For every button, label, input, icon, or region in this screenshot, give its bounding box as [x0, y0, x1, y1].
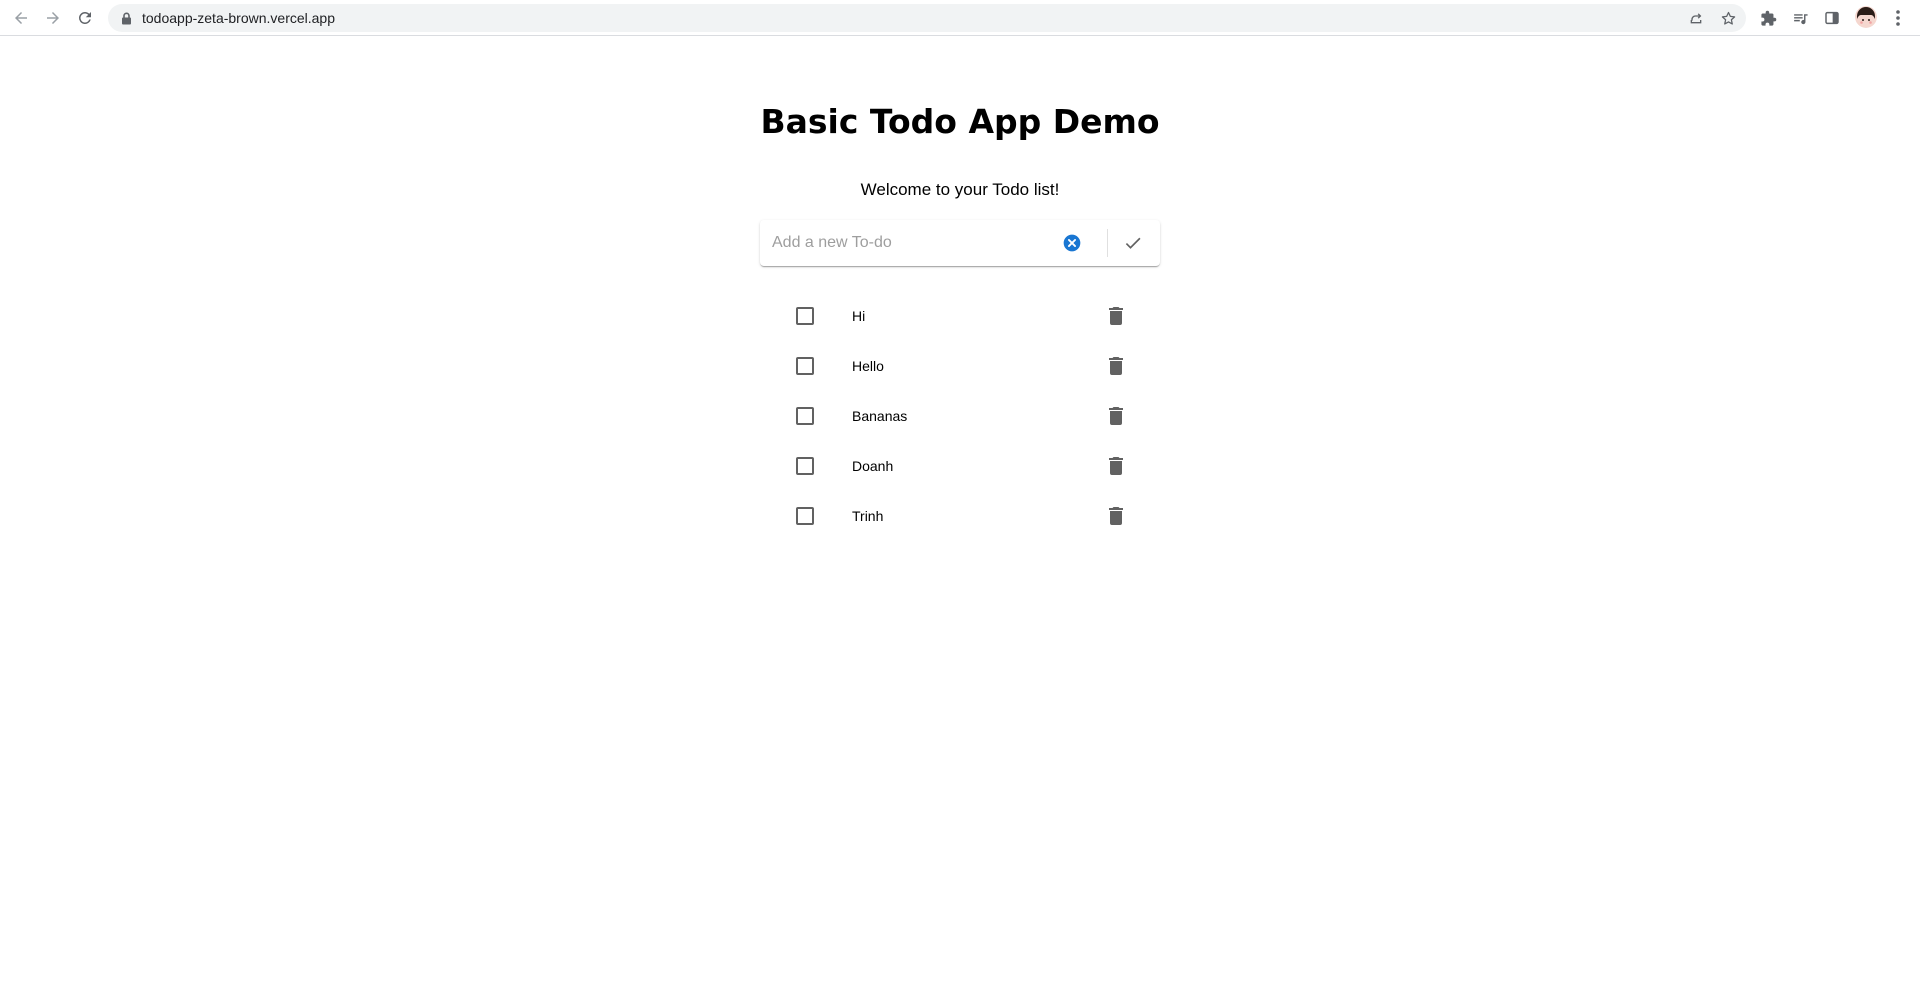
profile-avatar[interactable]	[1855, 6, 1877, 28]
browser-toolbar: todoapp-zeta-brown.vercel.app	[0, 0, 1920, 36]
add-todo-check-icon[interactable]	[1121, 231, 1145, 255]
delete-trash-icon[interactable]	[1104, 354, 1128, 378]
todo-checkbox[interactable]	[796, 407, 814, 425]
todo-item: Bananas	[760, 391, 1160, 441]
todo-checkbox[interactable]	[796, 507, 814, 525]
share-icon[interactable]	[1686, 8, 1706, 28]
todo-text: Hello	[852, 358, 884, 374]
todo-checkbox[interactable]	[796, 457, 814, 475]
todo-checkbox[interactable]	[796, 357, 814, 375]
todo-text: Bananas	[852, 408, 908, 424]
side-panel-icon[interactable]	[1822, 8, 1842, 28]
delete-trash-icon[interactable]	[1104, 504, 1128, 528]
back-arrow-icon[interactable]	[9, 6, 33, 30]
todo-text: Doanh	[852, 458, 894, 474]
todo-item: Hello	[760, 341, 1160, 391]
forward-arrow-icon[interactable]	[41, 6, 65, 30]
delete-trash-icon[interactable]	[1104, 454, 1128, 478]
lock-icon[interactable]	[119, 11, 133, 25]
bookmark-star-icon[interactable]	[1718, 8, 1738, 28]
clear-input-icon[interactable]	[1060, 231, 1084, 255]
address-bar[interactable]: todoapp-zeta-brown.vercel.app	[108, 4, 1746, 32]
new-todo-input[interactable]	[772, 230, 1072, 256]
browser-menu-kebab-icon[interactable]	[1888, 8, 1908, 28]
todo-item: Trinh	[760, 491, 1160, 541]
media-queue-icon[interactable]	[1790, 8, 1810, 28]
url-text[interactable]: todoapp-zeta-brown.vercel.app	[142, 11, 335, 25]
input-divider	[1107, 229, 1108, 257]
page-title: Basic Todo App Demo	[760, 102, 1160, 141]
delete-trash-icon[interactable]	[1104, 404, 1128, 428]
extensions-puzzle-icon[interactable]	[1758, 8, 1778, 28]
todo-list: Hi Hello Bananas Doanh Trinh	[760, 291, 1160, 541]
todo-item: Hi	[760, 291, 1160, 341]
reload-icon[interactable]	[73, 6, 97, 30]
delete-trash-icon[interactable]	[1104, 304, 1128, 328]
welcome-text: Welcome to your Todo list!	[860, 180, 1060, 199]
todo-item: Doanh	[760, 441, 1160, 491]
new-todo-form	[760, 220, 1160, 266]
todo-checkbox[interactable]	[796, 307, 814, 325]
todo-text: Trinh	[852, 508, 884, 524]
todo-text: Hi	[852, 308, 866, 324]
